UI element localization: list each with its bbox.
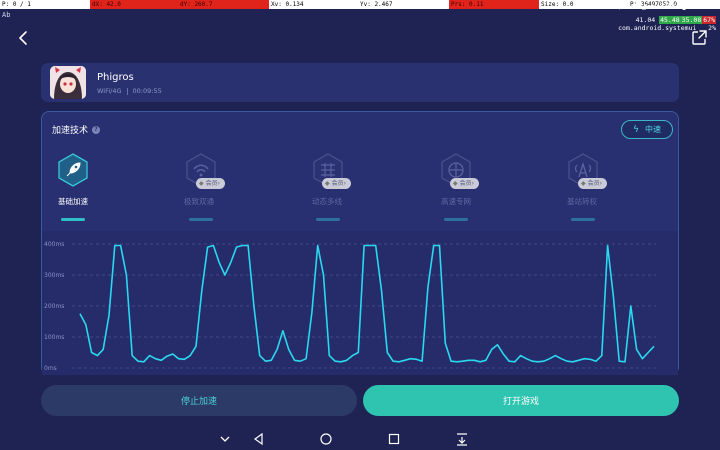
speed-mode-label: 中速 (644, 125, 661, 134)
tab-indicator (571, 218, 595, 221)
tech-label: 动态多线 (312, 197, 342, 206)
accel-duration: 00:09:55 (132, 87, 162, 95)
speed-mode-button[interactable]: ϟ 中速 (621, 120, 673, 139)
network-speed: 10.1K/s (595, 2, 626, 11)
tab-indicator (316, 218, 340, 221)
divider (126, 87, 128, 95)
stop-accel-button[interactable]: 停止加速 (41, 385, 357, 416)
debug-cell: dX: 42.0 (90, 0, 178, 9)
debug-cell: dY: 260.7 (178, 0, 269, 9)
panel-title-text: 加速技术 (52, 126, 89, 136)
cpu-green: 45.48 (659, 16, 681, 24)
tab-indicator (444, 218, 468, 221)
game-meta: WiFi/4G 00:09:55 (97, 87, 162, 95)
member-badge: ◆ 会员 › (196, 178, 226, 189)
member-badge: ◆ 会员 › (322, 178, 352, 189)
panel-title: 加速技术 ? (52, 123, 101, 136)
y-tick-label: 200ms (44, 303, 64, 310)
share-button[interactable] (689, 28, 709, 48)
cpu-red: 67% (702, 16, 716, 24)
tech-label: 基础加速 (58, 197, 88, 206)
tech-label: 高速专网 (441, 197, 471, 206)
diamond-icon: ◆ (581, 180, 586, 187)
status-bar: 10.1K/s ✱ ◔ ▾ 56% ▮ 03:01 (595, 2, 714, 11)
home-icon[interactable] (318, 431, 334, 447)
member-badge-text: 会员 (587, 180, 600, 187)
debug-cell: Xv: 0.134 (271, 1, 304, 8)
member-badge-text: 会员 (205, 180, 218, 187)
active-tab-indicator (61, 218, 85, 221)
y-tick-label: 400ms (44, 241, 64, 248)
member-badge: ◆ 会员 › (450, 178, 480, 189)
cpu-mid: 35.08 (680, 16, 703, 24)
back-button[interactable] (14, 28, 34, 48)
navigation-bar (0, 428, 720, 450)
tech-label: 极致双通 (184, 197, 214, 206)
process-value: 2% (708, 24, 716, 32)
y-tick-label: 0ms (44, 365, 57, 372)
member-badge-text: 会员 (459, 180, 472, 187)
diamond-icon: ◆ (453, 180, 458, 187)
network-type: WiFi/4G (97, 87, 122, 95)
diamond-icon: ◆ (325, 180, 330, 187)
clock: 03:01 (690, 2, 714, 11)
cpu-value: 41.04 (635, 16, 656, 24)
process-name: com.android.systemui (618, 24, 697, 32)
tab-indicator (189, 218, 213, 221)
diamond-icon: ◆ (199, 180, 204, 187)
latency-chart-svg: 400ms 300ms 200ms 100ms 0ms (44, 241, 656, 372)
member-badge: ◆ 会员 › (578, 178, 608, 189)
help-icon[interactable]: ? (92, 125, 101, 134)
lightning-icon: ϟ (633, 124, 639, 135)
latency-series-line (79, 244, 655, 363)
debug-cell: Prs: 0.11 (449, 0, 539, 9)
back-nav-icon[interactable] (251, 431, 267, 447)
debug-cell: Yv: 2.467 (360, 1, 393, 8)
battery-level: 56% (659, 2, 678, 11)
y-tick-label: 300ms (44, 272, 64, 279)
latency-chart: 400ms 300ms 200ms 100ms 0ms (42, 231, 678, 375)
member-badge-text: 会员 (331, 180, 344, 187)
share-icon (692, 30, 707, 45)
rocket-icon (58, 153, 88, 187)
debug-cell: P: 0 / 1 (2, 1, 31, 8)
open-game-button[interactable]: 打开游戏 (363, 385, 679, 416)
game-card: Phigros WiFi/4G 00:09:55 (41, 63, 679, 102)
download-icon[interactable] (454, 431, 470, 447)
y-tick-label: 100ms (44, 334, 64, 341)
game-cover-image (50, 66, 86, 99)
ab-label: Ab (2, 11, 11, 19)
chevron-down-icon[interactable] (217, 431, 233, 447)
tech-label: 基站转权 (567, 197, 597, 206)
back-arrow-icon (19, 31, 27, 45)
recents-icon[interactable] (386, 431, 402, 447)
game-title: Phigros (97, 72, 134, 83)
